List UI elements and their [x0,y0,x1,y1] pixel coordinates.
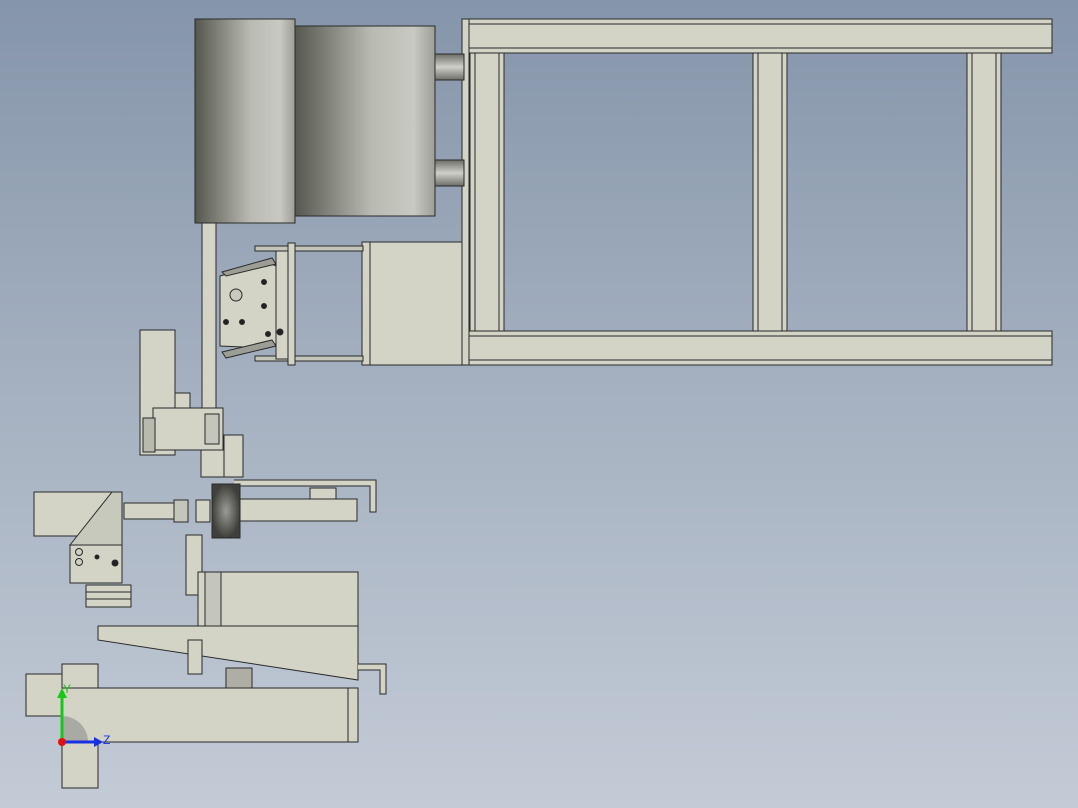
lower-pulley[interactable] [225,667,253,689]
vertical-shaft-lower[interactable] [187,639,203,675]
motor-end-cap[interactable] [194,18,296,224]
y-axis-label: Y [63,682,71,696]
base-leg[interactable] [61,741,99,789]
gripper-mount-plate[interactable] [275,250,289,360]
pulley[interactable] [211,483,241,539]
gear-housing[interactable] [197,571,359,627]
stacked-plates[interactable] [85,584,132,608]
base-assembly[interactable] [25,571,387,789]
z-axis-label: Z [103,733,110,747]
motor-shaft-lower[interactable] [433,159,465,187]
bracket-tab[interactable] [174,392,191,409]
x-axis-dot [58,738,66,746]
rod-end-plate[interactable] [287,242,296,366]
motor-body[interactable] [293,25,436,217]
slide-housing[interactable] [361,241,463,366]
guide-rod-upper[interactable] [254,245,364,252]
cylinder-fittings[interactable] [142,417,156,453]
gripper-pivot-hole[interactable] [229,288,243,302]
guide-rod-lower[interactable] [254,355,364,362]
cad-model-scene[interactable]: Y Z [0,0,1078,808]
hook-arm-lower[interactable] [358,663,387,695]
gripper-slide-assembly[interactable] [201,222,463,409]
frame-assembly[interactable] [461,18,1053,366]
coupling[interactable] [195,499,211,523]
arm-rail[interactable] [234,498,358,522]
support-block[interactable] [223,434,244,478]
base-left-block[interactable] [25,673,63,717]
cylinder-foot[interactable] [200,449,227,478]
arm-block[interactable] [309,487,337,500]
vertical-support-bar[interactable] [201,222,217,409]
motor-assembly[interactable] [194,18,465,224]
graphics-viewport[interactable]: Y Z [0,0,1078,808]
motor-shaft-upper[interactable] [433,53,465,81]
